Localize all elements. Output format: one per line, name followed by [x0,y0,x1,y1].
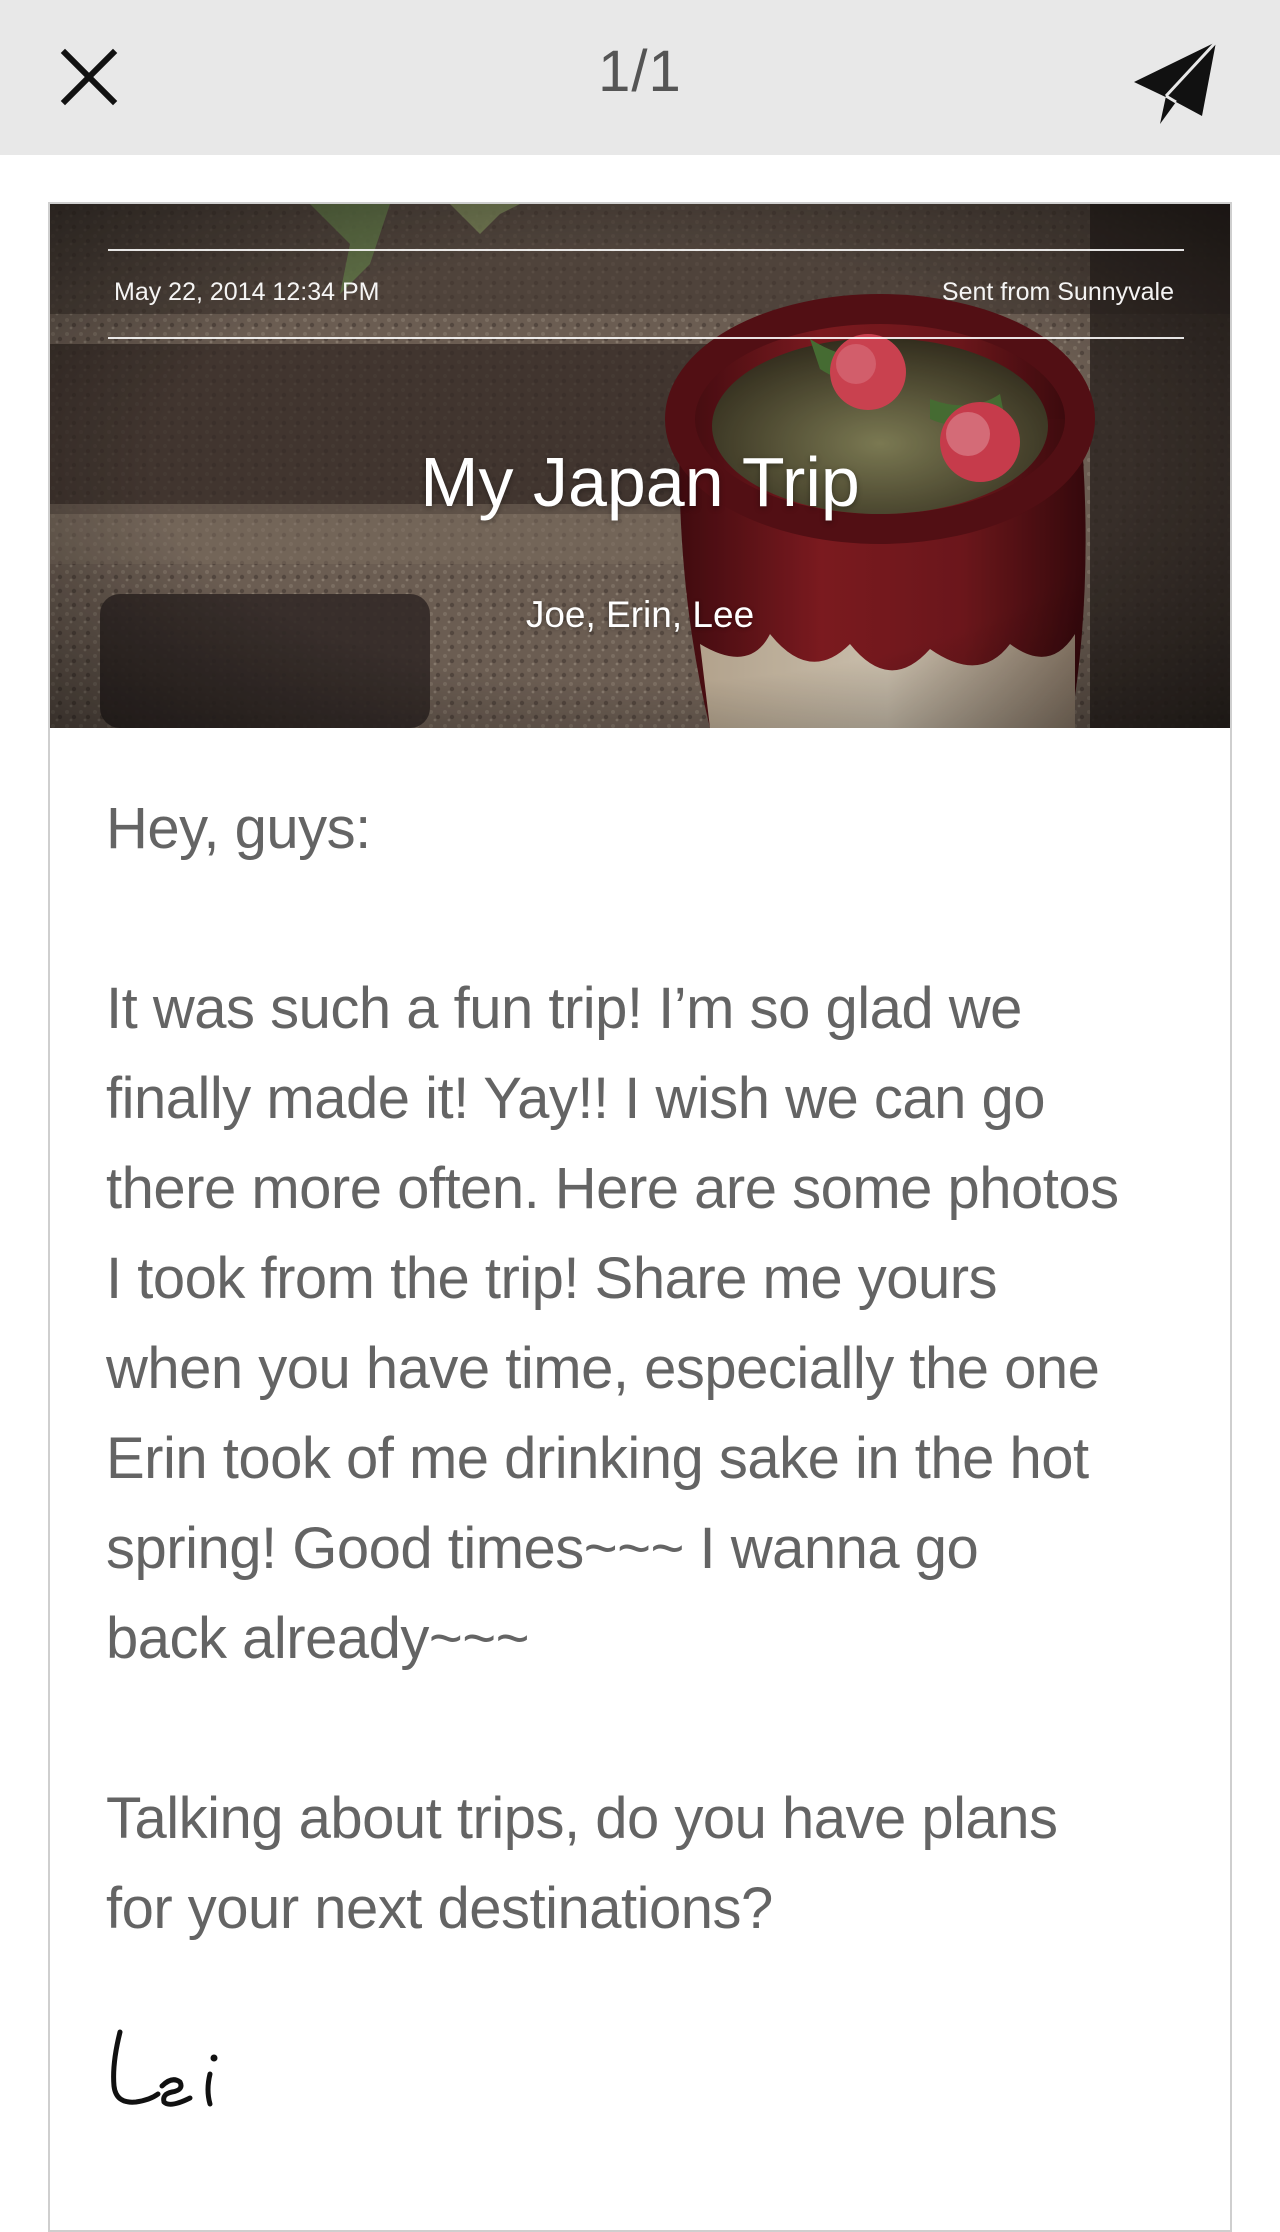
letter-body: Hey, guys: It was such a fun trip! I’m s… [106,784,1206,1954]
body-line: I took from the trip! Share me yours [106,1246,998,1311]
body-line: for your next destinations? [106,1876,773,1941]
letter-recipients: Joe, Erin, Lee [525,594,755,635]
body-line: there more often. Here are some photos [106,1156,1119,1221]
paper-plane-icon [1134,40,1218,124]
body-line: spring! Good times~~~ I wanna go [106,1516,979,1581]
header-rule-top [108,249,1184,251]
letter-location: Sent from Sunnyvale [941,278,1174,306]
header-photo: May 22, 2014 12:34 PM Sent from Sunnyval… [50,204,1230,728]
handwritten-signature [111,2029,218,2107]
page-counter: 1/1 [598,39,682,104]
letter-greeting: Hey, guys: [106,796,371,861]
body-line: back already~~~ [106,1606,529,1671]
body-line: when you have time, especially the one [106,1336,1100,1401]
letter-date: May 22, 2014 12:34 PM [114,278,380,306]
body-line: finally made it! Yay!! I wish we can go [106,1066,1046,1131]
body-line: Erin took of me drinking sake in the hot [106,1426,1089,1491]
letter-title: My Japan Trip [420,443,860,521]
letter-card: May 22, 2014 12:34 PM Sent from Sunnyval… [48,202,1232,2232]
body-line: It was such a fun trip! I’m so glad we [106,976,1022,1041]
body-line: Talking about trips, do you have plans [106,1786,1058,1851]
signature [106,2024,246,2119]
send-button[interactable] [1120,28,1230,138]
header-rule-bottom [108,337,1184,339]
top-bar: 1/1 [0,0,1280,155]
